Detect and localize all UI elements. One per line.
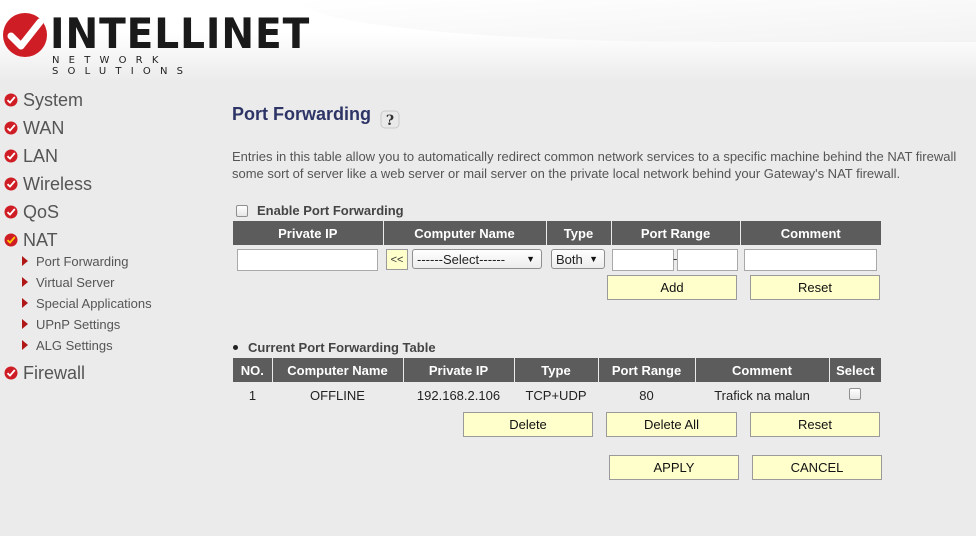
column-header-private-ip: Private IP: [403, 358, 515, 382]
enable-port-forwarding-checkbox[interactable]: [236, 204, 248, 217]
brand-logo: INTELLINET NETWORK SOLUTIONS: [2, 10, 309, 77]
delete-all-button[interactable]: Delete All: [606, 412, 737, 437]
current-port-forwarding-table: NO. Computer Name Private IP Type Port R…: [233, 358, 881, 408]
table-row: 1 OFFLINE 192.168.2.106 TCP+UDP 80 Trafi…: [233, 382, 881, 408]
current-table-title-text: Current Port Forwarding Table: [248, 340, 436, 355]
check-bullet-icon: [4, 149, 18, 163]
column-header-no: NO.: [233, 358, 273, 382]
private-ip-input[interactable]: [237, 249, 378, 271]
sidebar-item-label: QoS: [23, 201, 60, 222]
column-header-computer-name: Computer Name: [383, 221, 547, 245]
check-bullet-icon: [4, 366, 18, 380]
column-header-type: Type: [546, 221, 612, 245]
sidebar-item-lan[interactable]: LAN: [4, 144, 58, 168]
copy-ip-button[interactable]: <<: [386, 249, 408, 270]
dropdown-arrow-icon: ▼: [589, 254, 598, 264]
column-header-select: Select: [829, 358, 881, 382]
add-button[interactable]: Add: [607, 275, 737, 300]
sidebar-subitem-port-forwarding[interactable]: Port Forwarding: [22, 252, 128, 270]
computer-name-select[interactable]: ------Select------ ▼: [412, 249, 542, 269]
row-port-range: 80: [639, 387, 654, 403]
sidebar-subitem-label: Port Forwarding: [36, 253, 129, 269]
triangle-right-icon: [22, 277, 28, 287]
sidebar-subitem-label: Special Applications: [36, 295, 152, 311]
type-select[interactable]: Both ▼: [551, 249, 605, 269]
row-computer-name: OFFLINE: [310, 387, 365, 403]
apply-button[interactable]: APPLY: [609, 455, 739, 480]
reset-form-button[interactable]: Reset: [750, 275, 880, 300]
type-select-value: Both: [556, 251, 583, 267]
row-select-cell: [829, 382, 881, 408]
reset-table-button[interactable]: Reset: [750, 412, 880, 437]
check-bullet-icon: [4, 177, 18, 191]
triangle-right-icon: [22, 340, 28, 350]
sidebar-item-label: Wireless: [23, 173, 93, 194]
row-private-ip: 192.168.2.106: [416, 387, 501, 403]
svg-text:?: ?: [386, 113, 394, 129]
row-no: 1: [248, 387, 257, 403]
page-title: Port Forwarding: [232, 104, 371, 124]
checkmark-logo-icon: [3, 13, 47, 57]
header-swoosh: [300, 0, 976, 42]
column-header-computer-name: Computer Name: [272, 358, 404, 382]
sidebar-item-label: WAN: [23, 117, 65, 138]
column-header-type: Type: [514, 358, 599, 382]
description-line-1: Entries in this table allow you to autom…: [232, 149, 957, 164]
check-bullet-icon: [4, 93, 18, 107]
bullet-icon: [233, 345, 238, 350]
sidebar-item-label: System: [23, 89, 84, 110]
row-select-checkbox[interactable]: [849, 387, 861, 400]
computer-name-select-value: ------Select------: [417, 251, 506, 267]
port-forwarding-form-table: Private IP Computer Name Type Port Range…: [233, 221, 881, 245]
triangle-right-icon: [22, 298, 28, 308]
row-comment: Trafick na malun: [714, 387, 810, 403]
column-header-comment: Comment: [695, 358, 830, 382]
brand-tagline: NETWORK SOLUTIONS: [52, 55, 193, 77]
check-bullet-icon: [4, 205, 18, 219]
sidebar-item-label: NAT: [23, 229, 58, 250]
port-range-end-input[interactable]: [677, 249, 738, 271]
sidebar-subitem-alg-settings[interactable]: ALG Settings: [22, 336, 113, 354]
comment-input[interactable]: [744, 249, 877, 271]
sidebar-subitem-label: UPnP Settings: [36, 316, 121, 332]
sidebar-subitem-upnp-settings[interactable]: UPnP Settings: [22, 315, 120, 333]
port-range-start-input[interactable]: [612, 249, 674, 271]
enable-port-forwarding-label: Enable Port Forwarding: [257, 203, 404, 218]
check-bullet-icon: [4, 121, 18, 135]
sidebar-subitem-label: Virtual Server: [36, 274, 115, 290]
sidebar-item-nat[interactable]: NAT: [4, 228, 58, 252]
sidebar-subitem-label: ALG Settings: [36, 337, 113, 353]
brand-name: INTELLINET: [50, 9, 311, 58]
triangle-right-icon: [22, 319, 28, 329]
column-header-port-range: Port Range: [598, 358, 696, 382]
sidebar-subitem-special-applications[interactable]: Special Applications: [22, 294, 152, 312]
row-type: TCP+UDP: [525, 387, 587, 403]
description-line-2: some sort of server like a web server or…: [232, 166, 901, 181]
dropdown-arrow-icon: ▼: [526, 254, 535, 264]
sidebar-item-wan[interactable]: WAN: [4, 116, 64, 140]
column-header-port-range: Port Range: [611, 221, 741, 245]
sidebar-item-firewall[interactable]: Firewall: [4, 361, 85, 385]
cancel-button[interactable]: CANCEL: [752, 455, 882, 480]
sidebar-item-label: Firewall: [23, 362, 86, 383]
current-table-title: Current Port Forwarding Table: [233, 340, 436, 355]
sidebar-item-label: LAN: [23, 145, 59, 166]
sidebar-subitem-virtual-server[interactable]: Virtual Server: [22, 273, 115, 291]
check-bullet-icon: [4, 233, 18, 247]
sidebar-item-qos[interactable]: QoS: [4, 200, 59, 224]
triangle-right-icon: [22, 256, 28, 266]
sidebar-item-system[interactable]: System: [4, 88, 83, 112]
column-header-comment: Comment: [740, 221, 881, 245]
sidebar-item-wireless[interactable]: Wireless: [4, 172, 92, 196]
column-header-private-ip: Private IP: [233, 221, 384, 245]
header: INTELLINET NETWORK SOLUTIONS: [0, 0, 976, 80]
enable-port-forwarding-row: Enable Port Forwarding: [236, 203, 404, 218]
help-icon[interactable]: ?: [379, 108, 401, 130]
page-description: Entries in this table allow you to autom…: [232, 148, 976, 182]
delete-button[interactable]: Delete: [463, 412, 593, 437]
